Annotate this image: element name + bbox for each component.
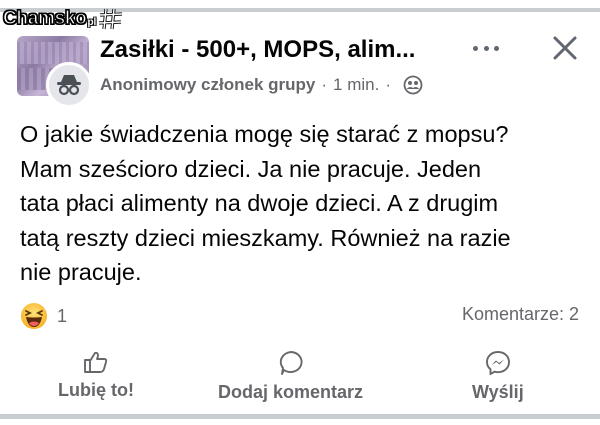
group-avatar-banknote [17,42,89,64]
dot [494,45,499,51]
comment-bubble-icon [279,351,303,375]
anonymous-user-icon [57,75,81,96]
watermark-suffix: pl [87,16,97,28]
reaction-count: 1 [57,305,68,326]
meta-separator: · [321,75,328,94]
thumbs-up-icon [84,351,108,373]
watermark-text: Chamsko [2,7,87,29]
post-text-line: tatą reszty dzieci mieszkamy. Również na… [20,224,511,251]
anonymous-avatar-icon[interactable] [46,62,92,108]
comment-button[interactable]: Dodaj komentarz [218,350,363,403]
send-button[interactable]: Wyślij [472,350,524,403]
like-label: Lubię to! [58,380,134,400]
post-time[interactable]: 1 min. [333,75,379,95]
group-title[interactable]: Zasiłki - 500+, MOPS, alim... [100,36,450,64]
send-label: Wyślij [472,382,524,402]
action-bar: Lubię to! Dodaj komentarz Wyślij [0,350,600,406]
post-text-line: tata płaci alimenty na dwoje dzieci. A z… [20,190,499,216]
post-body: O jakie świadczenia mogę się starać z mo… [20,117,590,290]
author-name[interactable]: Anonimowy członek grupy [100,75,315,95]
dot [483,45,489,51]
close-icon[interactable] [550,33,580,63]
watermark: Chamsko pl [2,7,124,31]
more-dots-icon[interactable] [473,38,499,58]
post-meta: Anonimowy członek grupy · 1 min. · [100,75,423,95]
dot [473,45,478,51]
bottom-frame-line [0,414,600,419]
post-text-line: O jakie świadczenia mogę się starać z mo… [20,121,509,147]
meta-separator: · [385,75,391,94]
post-text-line: Mam sześcioro dzieci. Ja nie pracuje. Je… [20,155,482,182]
haha-emoji-icon [21,303,47,329]
reactions-summary[interactable]: 1 [20,302,67,330]
like-button[interactable]: Lubię to! [58,350,134,401]
comment-label: Dodaj komentarz [218,382,364,402]
post-text-line: nie pracuje. [20,259,142,285]
comments-count[interactable]: Komentarze: 2 [462,304,579,325]
group-members-icon [403,75,423,95]
watermark-logo-icon [99,8,123,30]
messenger-icon [485,351,510,375]
